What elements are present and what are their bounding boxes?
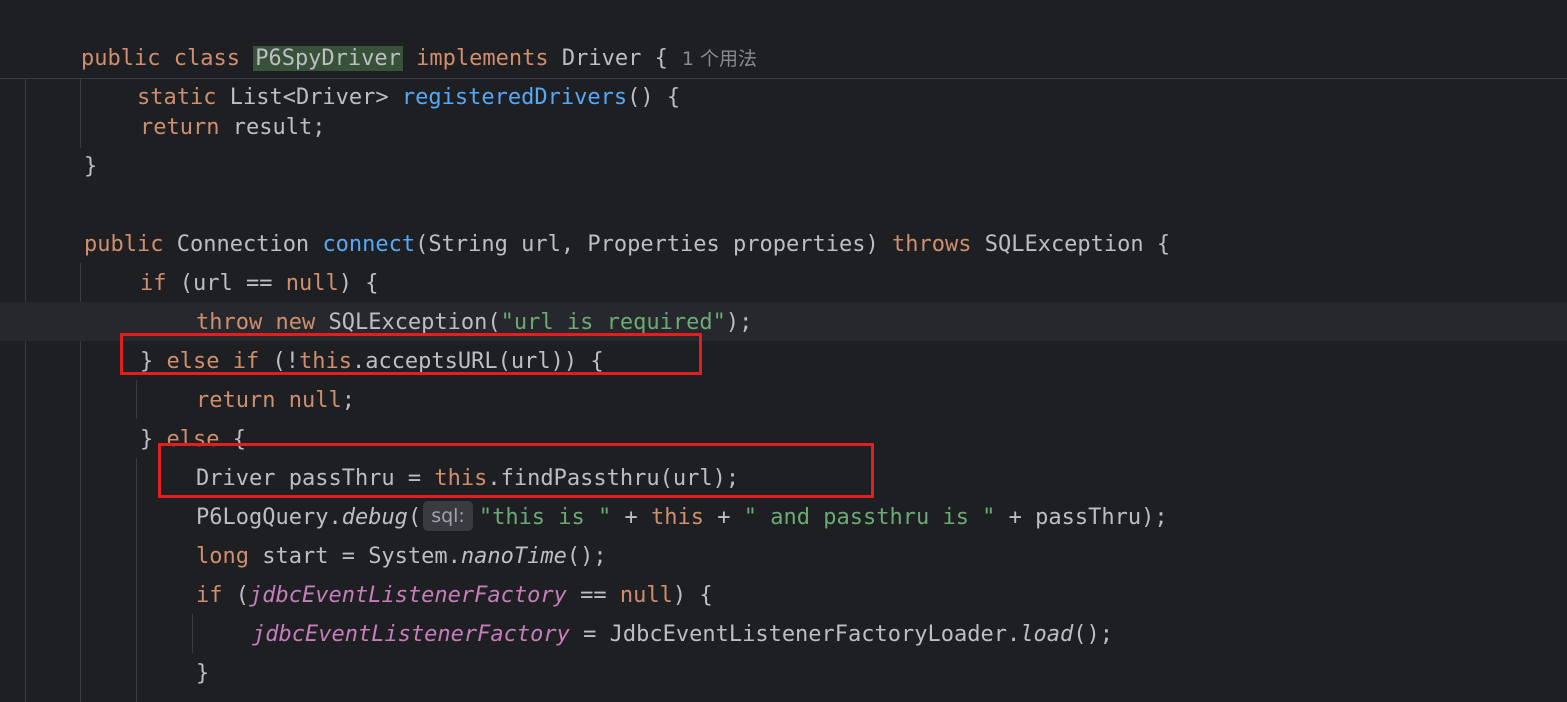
code-text: ) {: [672, 583, 713, 608]
method-params: (String url, Properties properties): [415, 232, 892, 257]
code-line[interactable]: }: [196, 654, 1567, 693]
code-text: (: [222, 583, 249, 608]
closing-brace: }: [196, 661, 210, 686]
code-text: SQLException(: [315, 310, 501, 335]
return-type: List<Driver>: [229, 85, 389, 110]
exception-type: SQLException {: [971, 232, 1171, 257]
kw-public: public: [84, 232, 164, 257]
static-method-nanotime: nanoTime: [460, 544, 567, 569]
code-text: result;: [219, 115, 326, 140]
kw-if: if: [196, 583, 223, 608]
static-field: jdbcEventListenerFactory: [249, 583, 567, 608]
parameter-name-hint[interactable]: sql:: [423, 501, 473, 531]
code-text: );: [725, 310, 753, 335]
code-text: P6LogQuery.: [196, 505, 342, 530]
method-name-registered-drivers[interactable]: registeredDrivers: [402, 85, 627, 110]
sticky-method-line[interactable]: static List<Driver> registeredDrivers() …: [84, 39, 1567, 110]
kw-return: return: [196, 388, 276, 413]
indent-guide: [136, 380, 137, 419]
indent-guide: [25, 78, 26, 702]
kw-this: this: [651, 505, 705, 530]
kw-if: if: [140, 271, 167, 296]
return-type: Connection: [163, 232, 323, 257]
code-line[interactable]: jdbcEventListenerFactory = JdbcEventList…: [252, 615, 1567, 654]
string-literal: "this is ": [478, 505, 612, 530]
code-text: ();: [566, 544, 607, 569]
code-text: (: [407, 505, 422, 530]
kw-new: new: [262, 310, 316, 335]
code-line[interactable]: long start = System.nanoTime();: [196, 537, 1567, 576]
code-text: (url ==: [166, 271, 286, 296]
annotation-box-find-passthru: [158, 443, 874, 498]
sticky-scope-header: public class P6SpyDriver implements Driv…: [0, 0, 1567, 110]
code-text: ==: [566, 583, 620, 608]
kw-null: null: [285, 271, 339, 296]
code-line-connect-signature[interactable]: public Connection connect(String url, Pr…: [84, 225, 1567, 264]
indent-guide: [80, 78, 81, 148]
annotation-box-accepts-url: [120, 333, 702, 375]
closing-brace: }: [84, 154, 98, 179]
kw-return: return: [140, 115, 220, 140]
static-method-load: load: [1020, 622, 1074, 647]
method-name-connect[interactable]: connect: [322, 232, 415, 257]
kw-throw: throw: [196, 310, 263, 335]
code-line[interactable]: if (url == null) {: [140, 264, 1567, 303]
code-text: + passThru);: [995, 505, 1168, 530]
code-line[interactable]: if (jdbcEventListenerFactory == null) {: [196, 576, 1567, 615]
code-line[interactable]: return null;: [196, 381, 1567, 420]
indent-guide: [192, 614, 193, 653]
indent-guide: [136, 458, 137, 702]
kw-null: null: [619, 583, 673, 608]
string-literal: "url is required": [500, 310, 726, 335]
string-literal: " and passthru is ": [743, 505, 996, 530]
code-text: +: [704, 505, 744, 530]
code-text: ();: [1073, 622, 1113, 647]
kw-long: long: [196, 544, 249, 569]
kw-null: null: [275, 388, 342, 413]
code-text: start = System.: [248, 544, 461, 569]
code-text: ) {: [338, 271, 379, 296]
code-text: = JdbcEventListenerFactoryLoader.: [569, 622, 1021, 647]
method-paren: () {: [627, 85, 681, 110]
code-line[interactable]: }: [84, 147, 1567, 186]
kw-static: static: [136, 85, 217, 110]
sticky-class-line[interactable]: public class P6SpyDriver implements Driv…: [28, 0, 1567, 71]
code-text: +: [611, 505, 652, 530]
code-text: ;: [341, 388, 355, 413]
code-editor[interactable]: return result; } public Connection conne…: [0, 78, 1567, 702]
static-method-debug: debug: [341, 505, 408, 530]
kw-throws: throws: [891, 232, 972, 257]
static-field: jdbcEventListenerFactory: [252, 622, 570, 647]
code-line-log-debug[interactable]: P6LogQuery.debug(sql: "this is " + this +…: [196, 498, 1567, 537]
